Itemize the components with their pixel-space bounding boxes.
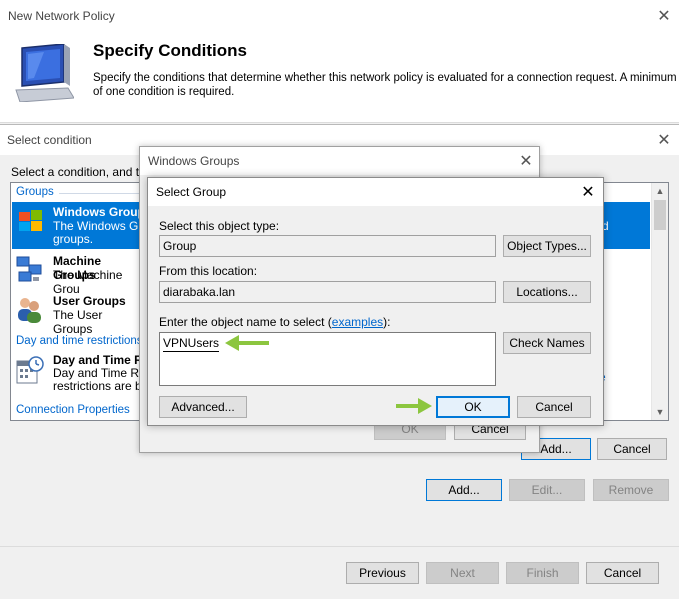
- condition-item-machine-groups[interactable]: Machine Groups The Machine Grou: [12, 253, 142, 296]
- condition-item-desc: The User Groups: [53, 308, 103, 336]
- wizard-heading: Specify Conditions: [93, 41, 247, 60]
- condition-item-name: User Groups: [53, 294, 126, 308]
- scroll-down-icon[interactable]: ▼: [652, 404, 668, 420]
- condition-item-desc: restrictions are ba: [53, 379, 149, 393]
- wizard-add-button[interactable]: Add...: [426, 479, 502, 501]
- wizard-edit-button[interactable]: Edit...: [509, 479, 585, 501]
- object-name-label: Enter the object name to select (example…: [159, 315, 390, 329]
- wizard-title: New Network Policy: [8, 9, 115, 23]
- select-condition-close-icon[interactable]: ✕: [656, 132, 672, 148]
- wizard-remove-button[interactable]: Remove: [593, 479, 669, 501]
- condition-item-name: Windows Groups: [53, 205, 152, 219]
- select-group-close-icon[interactable]: ✕: [580, 184, 596, 200]
- windows-groups-close-icon[interactable]: ✕: [518, 153, 534, 169]
- location-field: diarabaka.lan: [159, 281, 496, 303]
- examples-link[interactable]: examples: [332, 315, 383, 329]
- machine-groups-icon: [15, 255, 43, 285]
- select-group-title: Select Group: [156, 185, 227, 199]
- locations-button[interactable]: Locations...: [503, 281, 591, 303]
- condition-item-desc: groups.: [53, 232, 94, 246]
- windows-groups-title: Windows Groups: [148, 154, 240, 168]
- arrow-left-icon: [223, 334, 271, 352]
- object-name-label-suffix: ):: [383, 315, 391, 329]
- windows-groups-icon: [17, 209, 45, 235]
- ok-button[interactable]: OK: [436, 396, 510, 418]
- object-name-input[interactable]: VPNUsers: [159, 332, 496, 386]
- scroll-up-icon[interactable]: ▲: [652, 183, 668, 199]
- condition-item-name: Day and Time R: [53, 353, 143, 367]
- advanced-button[interactable]: Advanced...: [159, 396, 247, 418]
- select-condition-title: Select condition: [7, 133, 92, 147]
- object-type-label: Select this object type:: [159, 219, 280, 233]
- finish-button[interactable]: Finish: [506, 562, 579, 584]
- check-names-button[interactable]: Check Names: [503, 332, 591, 354]
- monitor-icon: [14, 43, 75, 103]
- object-name-value: VPNUsers: [163, 336, 220, 352]
- object-type-field: Group: [159, 235, 496, 257]
- object-types-button[interactable]: Object Types...: [503, 235, 591, 257]
- condition-item-desc: Day and Time Re: [53, 366, 146, 380]
- previous-button[interactable]: Previous: [346, 562, 419, 584]
- condition-item-desc: The Windows Gro: [53, 219, 150, 233]
- condition-item-user-groups[interactable]: User Groups The User Groups: [12, 293, 142, 336]
- groups-header: Groups: [16, 186, 54, 198]
- condition-item-desc: The Machine Grou: [53, 268, 123, 296]
- cancel-button[interactable]: Cancel: [517, 396, 591, 418]
- scroll-thumb[interactable]: [654, 200, 666, 230]
- wizard-cancel-button[interactable]: Cancel: [586, 562, 659, 584]
- condition-cancel-button[interactable]: Cancel: [597, 438, 667, 460]
- condition-list-scrollbar[interactable]: ▲ ▼: [651, 183, 668, 420]
- wizard-close-icon[interactable]: ✕: [656, 8, 672, 24]
- object-name-label-prefix: Enter the object name to select (: [159, 315, 332, 329]
- connection-properties-header: Connection Properties: [16, 404, 130, 416]
- select-condition-instruction: Select a condition, and ther: [11, 165, 157, 179]
- select-group-dialog: Select Group ✕ Select this object type: …: [147, 177, 604, 426]
- location-label: From this location:: [159, 264, 258, 278]
- groups-header-line: [59, 193, 149, 194]
- next-button[interactable]: Next: [426, 562, 499, 584]
- wizard-description: Specify the conditions that determine wh…: [93, 72, 677, 98]
- day-time-header: Day and time restrictions: [16, 335, 143, 347]
- arrow-right-icon: [394, 397, 434, 415]
- calendar-clock-icon: [15, 355, 45, 387]
- user-groups-icon: [15, 295, 43, 325]
